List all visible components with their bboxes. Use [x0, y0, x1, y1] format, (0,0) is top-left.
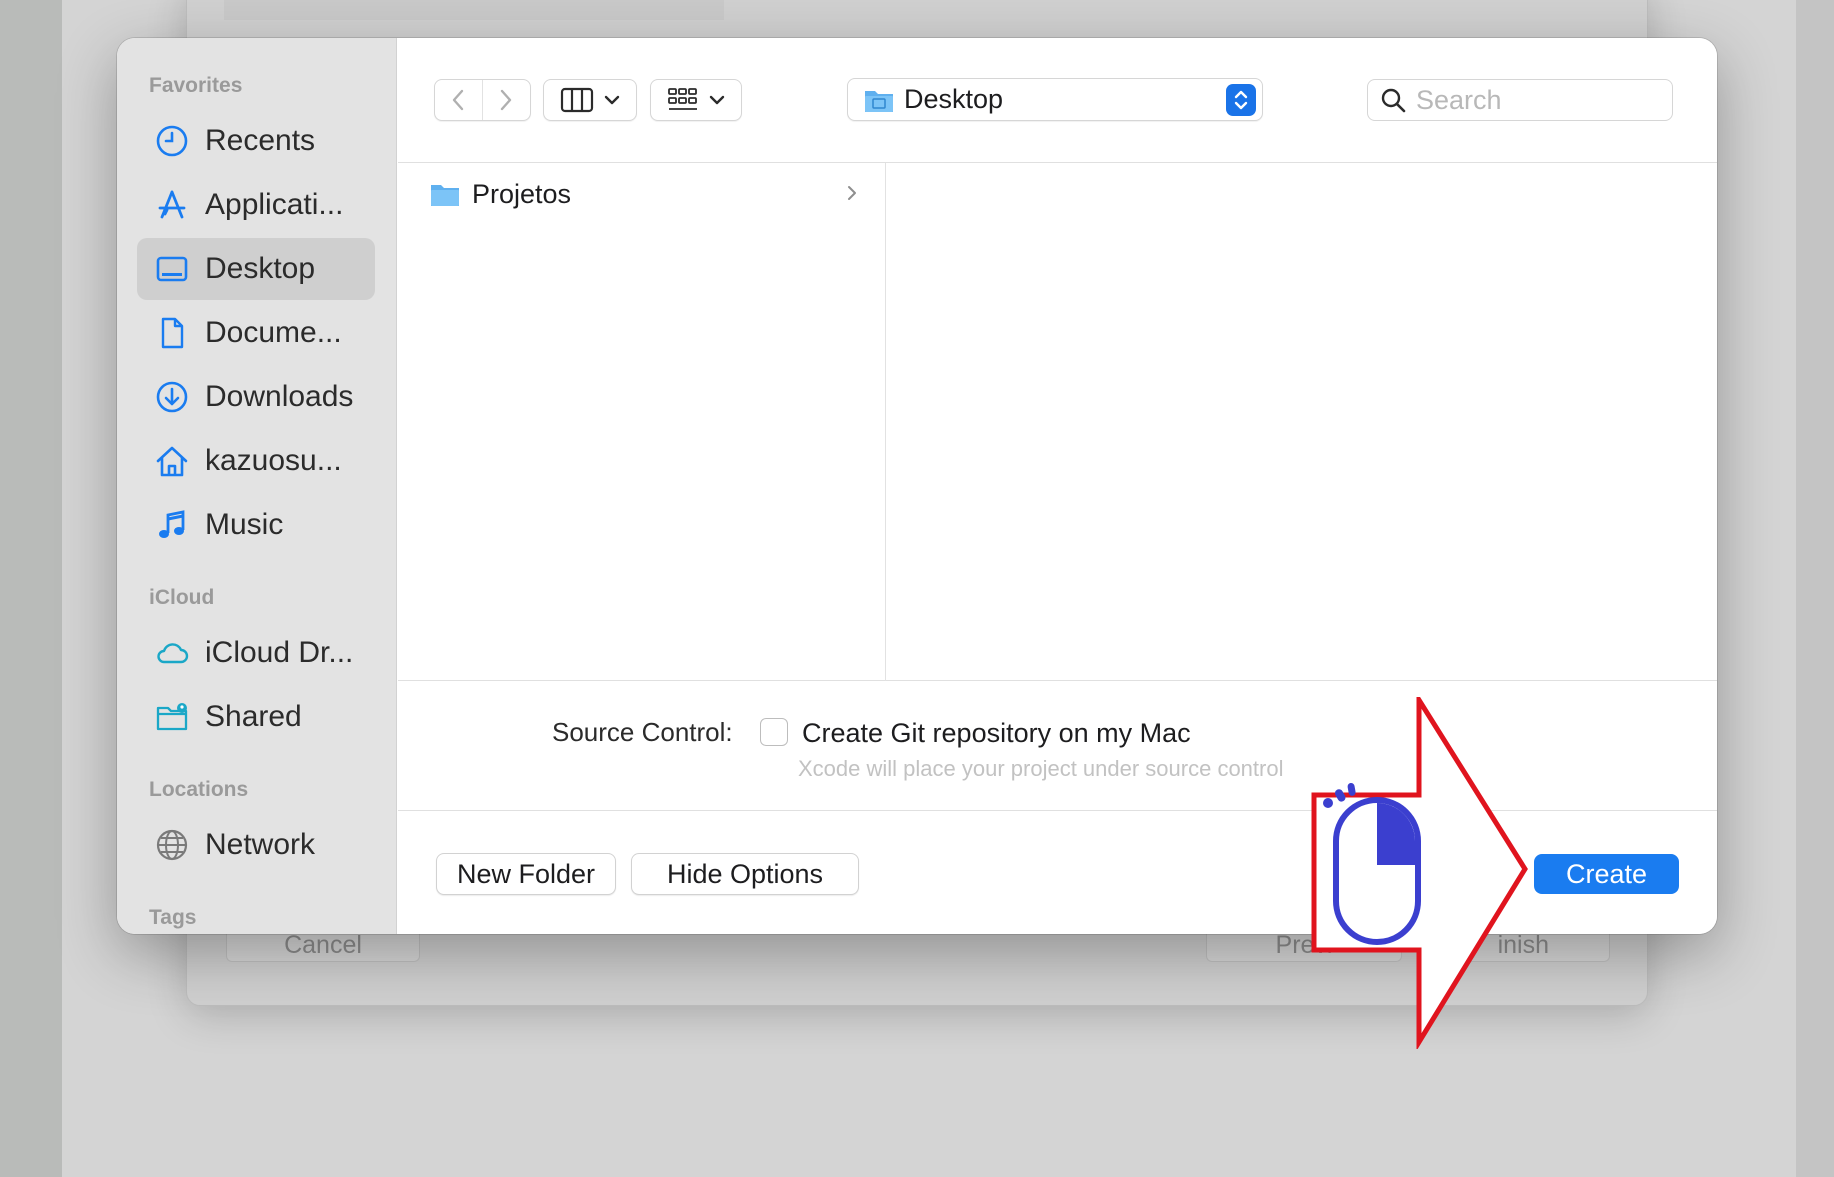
- file-browser: Projetos: [398, 163, 1717, 681]
- search-icon: [1381, 88, 1406, 113]
- download-icon: [153, 378, 191, 416]
- grid-group-icon: [668, 88, 697, 110]
- source-control-label: Source Control:: [552, 717, 733, 747]
- sidebar-item-label: Docume...: [205, 316, 342, 349]
- document-icon: [153, 314, 191, 352]
- up-down-chevron-icon: [1234, 90, 1248, 110]
- applications-icon: [153, 186, 191, 224]
- sidebar-item-documents[interactable]: Docume...: [137, 302, 375, 364]
- sidebar-item-label: Shared: [205, 700, 302, 733]
- sidebar-heading-favorites: Favorites: [149, 74, 243, 97]
- browser-column: Projetos: [398, 163, 886, 681]
- sidebar-item-icloud-drive[interactable]: iCloud Dr...: [137, 622, 375, 684]
- home-icon: [153, 442, 191, 480]
- hide-options-button[interactable]: Hide Options: [631, 853, 859, 895]
- sidebar-item-label: Music: [205, 508, 284, 541]
- shared-folder-icon: [153, 698, 191, 736]
- location-label: Desktop: [904, 84, 1004, 114]
- music-note-icon: [153, 506, 191, 544]
- create-button[interactable]: Create: [1534, 854, 1679, 894]
- desktop-folder-icon: [865, 90, 893, 112]
- git-repository-checkbox[interactable]: [760, 718, 788, 746]
- toolbar: Desktop: [398, 38, 1717, 163]
- sidebar-item-applications[interactable]: Applicati...: [137, 174, 375, 236]
- search-input[interactable]: [1416, 84, 1656, 116]
- source-control-hint: Xcode will place your project under sour…: [798, 756, 1284, 781]
- location-stepper: [1226, 84, 1256, 116]
- sidebar-item-music[interactable]: Music: [137, 494, 375, 556]
- sidebar-item-downloads[interactable]: Downloads: [137, 366, 375, 428]
- chevron-left-icon: [453, 89, 464, 111]
- sidebar-item-label: kazuosu...: [205, 444, 342, 477]
- background-strip-right: [1796, 0, 1834, 1177]
- cloud-icon: [153, 634, 191, 672]
- new-folder-button[interactable]: New Folder: [436, 853, 616, 895]
- sidebar-item-recents[interactable]: Recents: [137, 110, 375, 172]
- globe-icon: [153, 826, 191, 864]
- sidebar-item-shared[interactable]: Shared: [137, 686, 375, 748]
- group-button[interactable]: [650, 79, 742, 121]
- sidebar-item-desktop[interactable]: Desktop: [137, 238, 375, 300]
- sidebar-item-label: Applicati...: [205, 188, 344, 221]
- sidebar-item-label: iCloud Dr...: [205, 636, 354, 669]
- location-popup[interactable]: Desktop: [847, 78, 1263, 121]
- search-field[interactable]: [1367, 79, 1673, 121]
- sidebar-item-label: Downloads: [205, 380, 354, 413]
- back-forward-buttons: [434, 79, 531, 121]
- sidebar: Favorites Recents Applicati... Desktop D…: [117, 38, 397, 934]
- sidebar-item-home[interactable]: kazuosu...: [137, 430, 375, 492]
- list-item-projetos[interactable]: Projetos: [398, 173, 886, 215]
- background-strip-left: [0, 0, 62, 1177]
- chevron-down-icon: [604, 95, 620, 105]
- view-mode-button[interactable]: [543, 79, 637, 121]
- git-repository-label[interactable]: Create Git repository on my Mac: [802, 718, 1191, 749]
- sidebar-item-label: Recents: [205, 124, 316, 157]
- chevron-right-icon: [848, 186, 856, 200]
- columns-view-icon: [560, 87, 594, 113]
- background-sheet-header: [224, 0, 724, 20]
- annotation-arrow-icon: [1311, 697, 1528, 1049]
- sidebar-item-label: Desktop: [205, 252, 316, 285]
- forward-button[interactable]: [483, 80, 531, 120]
- sidebar-item-label: Network: [205, 828, 316, 861]
- folder-icon: [431, 185, 459, 206]
- sidebar-heading-locations: Locations: [149, 778, 249, 801]
- chevron-down-icon: [709, 95, 725, 105]
- back-button[interactable]: [435, 80, 483, 120]
- list-item-label: Projetos: [472, 178, 572, 209]
- sidebar-heading-tags: Tags: [149, 906, 197, 929]
- chevron-right-icon: [501, 89, 512, 111]
- clock-icon: [153, 122, 191, 160]
- sidebar-heading-icloud: iCloud: [149, 586, 215, 609]
- desktop-icon: [153, 250, 191, 288]
- sidebar-item-network[interactable]: Network: [137, 814, 375, 876]
